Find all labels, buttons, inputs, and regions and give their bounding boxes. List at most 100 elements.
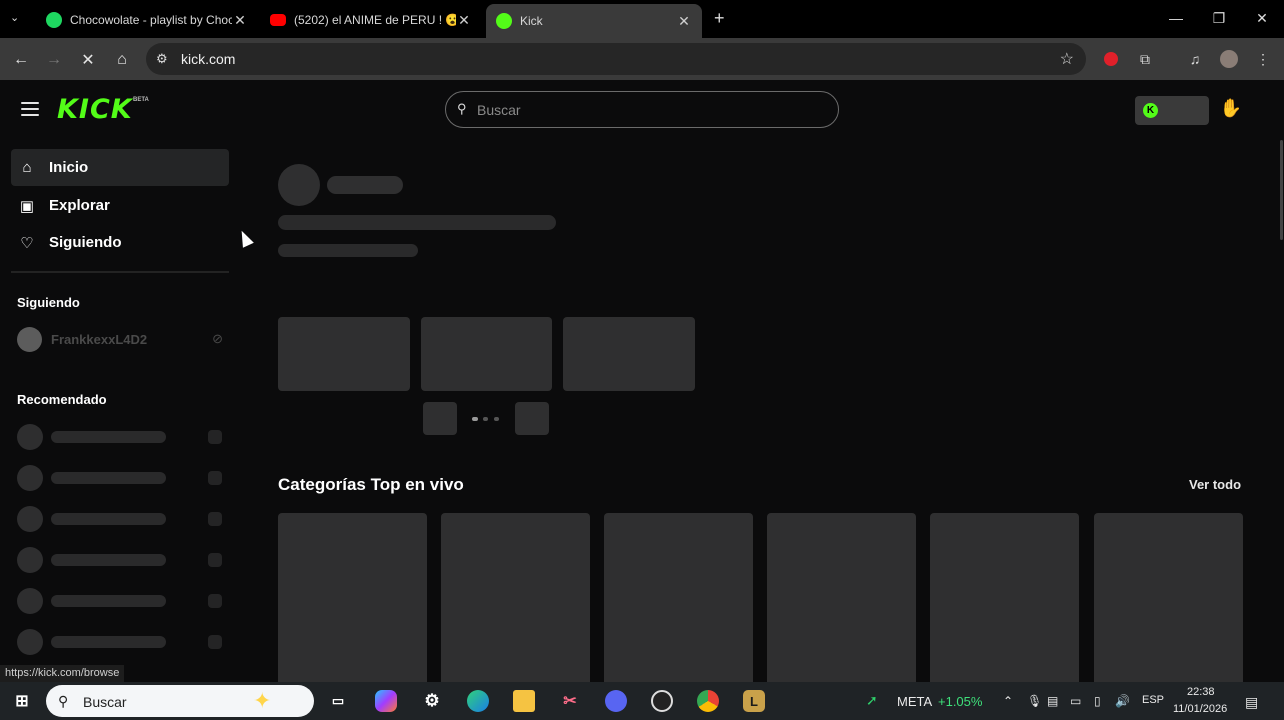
copilot-sparkle-icon: ✦ xyxy=(253,688,272,713)
media-control-icon[interactable]: ♫ xyxy=(1185,49,1205,69)
kick-icon xyxy=(496,13,512,29)
kick-page: KICK BETA ⚲ Buscar K ✋ ⌂ Inicio ▣ Explor… xyxy=(0,80,1284,682)
see-all-link[interactable]: Ver todo xyxy=(1189,477,1241,492)
notifications-icon[interactable]: ▤ xyxy=(1245,694,1258,711)
category-card-skeleton[interactable] xyxy=(278,513,427,682)
stop-loading-icon[interactable]: ✕ xyxy=(77,49,99,71)
restore-icon[interactable]: ❐ xyxy=(1204,10,1234,27)
close-tab-icon[interactable]: ✕ xyxy=(232,12,248,29)
obs-icon[interactable] xyxy=(651,690,673,712)
sidebar-item-siguiendo[interactable]: ♡ Siguiendo xyxy=(11,224,229,261)
back-icon[interactable]: ← xyxy=(10,49,32,71)
channel-avatar xyxy=(17,327,42,352)
network-icon[interactable]: ▤ xyxy=(1047,694,1058,708)
stock-chart-icon: ➚ xyxy=(866,692,878,708)
featured-avatar-skeleton xyxy=(278,164,320,206)
file-explorer-icon[interactable] xyxy=(513,690,535,712)
category-card-skeleton[interactable] xyxy=(930,513,1079,682)
windows-start-icon[interactable]: ⊞ xyxy=(11,690,33,712)
microphone-icon[interactable]: 🎙 xyxy=(1027,694,1042,708)
sidebar-item-label: Explorar xyxy=(49,197,110,214)
sidebar-divider xyxy=(11,271,229,273)
tab-title: Kick xyxy=(520,14,543,28)
carousel-prev-button[interactable] xyxy=(423,402,457,435)
task-view-icon[interactable]: ▭ xyxy=(327,690,349,712)
carousel-dot[interactable] xyxy=(494,417,499,421)
home-icon[interactable]: ⌂ xyxy=(111,49,133,71)
league-of-legends-icon[interactable]: L xyxy=(743,690,765,712)
extension-record-icon[interactable] xyxy=(1101,49,1121,69)
sidebar-item-label: Inicio xyxy=(49,159,89,176)
search-icon: ⚲ xyxy=(457,101,467,116)
taskbar-search-input[interactable]: ⚲ Buscar ✦ xyxy=(46,685,314,717)
edge-icon[interactable] xyxy=(467,690,489,712)
stock-name[interactable]: META xyxy=(897,694,932,709)
heart-icon: ♡ xyxy=(20,234,34,252)
carousel-dot[interactable] xyxy=(483,417,488,421)
tab-title: Chocowolate - playlist by Choc xyxy=(70,13,232,27)
sidebar-item-explorar[interactable]: ▣ Explorar xyxy=(11,187,229,224)
discord-icon[interactable] xyxy=(605,690,627,712)
status-bar-url: https://kick.com/browse xyxy=(0,665,125,682)
mouse-cursor-icon xyxy=(236,228,254,248)
page-scrollbar[interactable] xyxy=(1280,140,1283,240)
browser-tab-bar: ⌄ Chocowolate - playlist by Choc ✕ (5202… xyxy=(0,0,1284,38)
spotify-icon xyxy=(46,12,62,28)
category-card-skeleton[interactable] xyxy=(604,513,753,682)
settings-icon[interactable]: ⚙ xyxy=(421,690,443,712)
browser-menu-icon[interactable]: ⋮ xyxy=(1253,49,1273,69)
recommended-skeleton-row xyxy=(17,629,227,655)
clock-date[interactable]: 11/01/2026 xyxy=(1173,703,1227,715)
close-tab-icon[interactable]: ✕ xyxy=(676,13,692,30)
close-window-icon[interactable]: ✕ xyxy=(1247,10,1277,27)
recommended-skeleton-row xyxy=(17,547,227,573)
snipping-tool-icon[interactable]: ✂ xyxy=(559,690,581,712)
youtube-icon xyxy=(270,14,286,26)
display-icon[interactable]: ▭ xyxy=(1070,694,1081,708)
bookmark-star-icon[interactable]: ☆ xyxy=(1060,49,1074,69)
language-indicator[interactable]: ESP xyxy=(1142,694,1164,706)
battery-icon[interactable]: ▯ xyxy=(1094,694,1101,708)
followed-channel[interactable]: FrankkexxL4D2 ⊘ xyxy=(17,326,227,352)
sidebar-item-inicio[interactable]: ⌂ Inicio xyxy=(11,149,229,186)
tab-kick[interactable]: Kick ✕ xyxy=(486,4,702,38)
chrome-icon[interactable] xyxy=(697,690,719,712)
kick-wallet-button[interactable]: K xyxy=(1135,96,1209,125)
search-placeholder: Buscar xyxy=(477,102,521,118)
category-card-skeleton[interactable] xyxy=(767,513,916,682)
address-bar[interactable]: ⚙ kick.com ☆ xyxy=(146,43,1086,75)
taskbar-search-placeholder: Buscar xyxy=(83,694,127,710)
close-tab-icon[interactable]: ✕ xyxy=(456,12,472,29)
tab-title: (5202) el ANIME de PERU ! 😮 xyxy=(294,13,456,27)
profile-avatar-icon[interactable] xyxy=(1219,49,1239,69)
recommended-skeleton-row xyxy=(17,506,227,532)
channel-name: FrankkexxL4D2 xyxy=(51,332,148,347)
kick-k-icon: K xyxy=(1143,103,1158,118)
stock-change[interactable]: +1.05% xyxy=(938,694,982,709)
extensions-icon[interactable]: ⧉ xyxy=(1135,49,1155,69)
search-input[interactable]: ⚲ Buscar xyxy=(445,91,839,128)
following-heading: Siguiendo xyxy=(17,295,80,310)
category-card-skeleton[interactable] xyxy=(441,513,590,682)
clock-time[interactable]: 22:38 xyxy=(1187,686,1215,698)
carousel-dot[interactable] xyxy=(472,417,478,421)
featured-title-skeleton xyxy=(278,215,556,230)
tab-spotify[interactable]: Chocowolate - playlist by Choc ✕ xyxy=(36,6,258,34)
carousel-next-button[interactable] xyxy=(515,402,549,435)
site-settings-icon[interactable]: ⚙ xyxy=(156,51,168,67)
user-avatar[interactable]: ✋ xyxy=(1218,98,1244,124)
sidebar-item-label: Siguiendo xyxy=(49,234,122,251)
category-card-skeleton[interactable] xyxy=(1094,513,1243,682)
kick-logo[interactable]: KICK xyxy=(57,94,133,125)
menu-icon[interactable] xyxy=(21,102,39,116)
new-tab-button[interactable]: + xyxy=(714,8,725,29)
tab-youtube[interactable]: (5202) el ANIME de PERU ! 😮 ✕ xyxy=(260,6,482,34)
minimize-icon[interactable]: — xyxy=(1161,10,1191,26)
show-hidden-icons-icon[interactable]: ⌃ xyxy=(1003,694,1013,708)
forward-icon[interactable]: → xyxy=(43,49,65,71)
url-text[interactable]: kick.com xyxy=(181,51,235,67)
copilot-icon[interactable] xyxy=(375,690,397,712)
recommended-skeleton-row xyxy=(17,588,227,614)
volume-icon[interactable]: 🔊 xyxy=(1115,694,1130,708)
tab-search-icon[interactable]: ⌄ xyxy=(10,11,19,24)
